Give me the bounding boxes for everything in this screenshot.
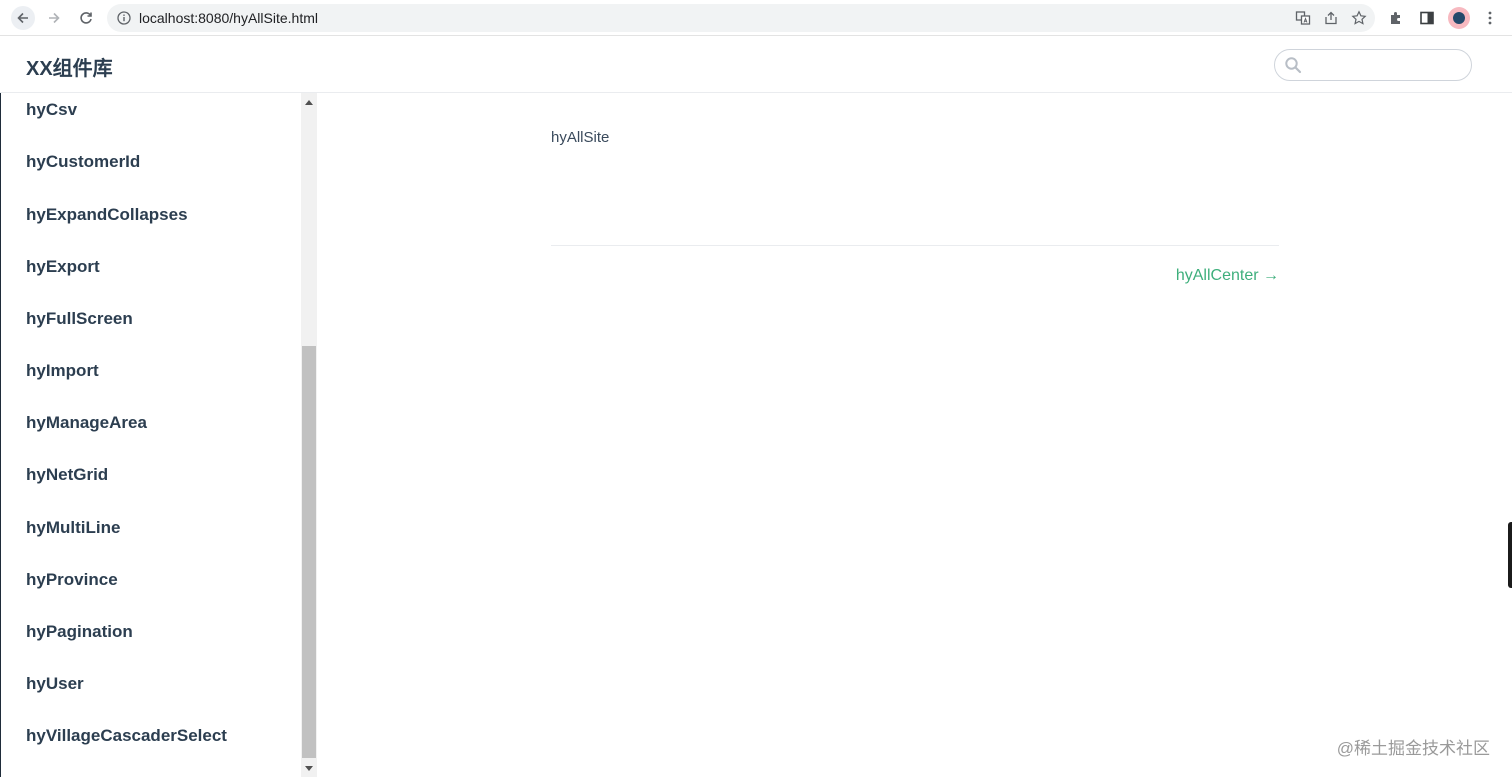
reload-icon	[80, 12, 92, 24]
address-url[interactable]: localhost:8080/hyAllSite.html	[139, 10, 318, 26]
triangle-up-icon	[305, 99, 313, 105]
browser-toolbar: localhost:8080/hyAllSite.html	[0, 0, 1512, 36]
forward-button[interactable]	[42, 6, 66, 30]
share-icon[interactable]	[1323, 10, 1339, 26]
sidebar-item-hyimport[interactable]: hyImport	[26, 361, 99, 381]
profile-button[interactable]	[1448, 0, 1470, 36]
page-nav-divider	[551, 245, 1279, 246]
back-button[interactable]	[11, 6, 35, 30]
sidebar-item-hyexpandcollapses[interactable]: hyExpandCollapses	[26, 205, 188, 225]
sidebar-item-hynetgrid[interactable]: hyNetGrid	[26, 465, 108, 485]
translate-icon[interactable]	[1295, 10, 1311, 26]
arrow-right-icon	[49, 12, 60, 24]
address-bar[interactable]: localhost:8080/hyAllSite.html	[107, 4, 1375, 32]
more-vertical-icon	[1488, 11, 1492, 25]
sidebar-item-hycsv[interactable]: hyCsv	[26, 100, 77, 120]
sidebar-item-hyvillagecascaderselect[interactable]: hyVillageCascaderSelect	[26, 726, 227, 746]
search-box[interactable]	[1274, 49, 1472, 81]
sidebar: hyCsv hyCustomerId hyExpandCollapses hyE…	[0, 93, 317, 777]
triangle-down-icon	[305, 765, 313, 771]
site-title[interactable]: XX组件库	[26, 52, 113, 81]
site-header: XX组件库	[0, 36, 1512, 93]
sidebar-item-hypagination[interactable]: hyPagination	[26, 622, 133, 642]
bookmark-star-icon[interactable]	[1351, 10, 1367, 26]
search-input[interactable]	[1308, 57, 1458, 73]
sidebar-item-hymanagearea[interactable]: hyManageArea	[26, 413, 147, 433]
search-icon	[1285, 57, 1302, 74]
next-page-link[interactable]: hyAllCenter →	[1176, 267, 1279, 285]
page-text: hyAllSite	[551, 129, 610, 146]
sidebar-item-hyuser[interactable]: hyUser	[26, 674, 84, 694]
avatar	[1448, 7, 1470, 29]
sidebar-item-hyfullscreen[interactable]: hyFullScreen	[26, 309, 133, 329]
sidebar-item-hyprovince[interactable]: hyProvince	[26, 570, 118, 590]
edge-tab[interactable]	[1508, 522, 1512, 588]
scrollbar-thumb[interactable]	[302, 346, 316, 758]
browser-menu-button[interactable]	[1482, 0, 1498, 36]
sidebar-scrollbar[interactable]	[301, 93, 317, 777]
arrow-left-icon	[17, 12, 28, 24]
side-panel-button[interactable]	[1419, 0, 1435, 36]
reload-button[interactable]	[74, 6, 98, 30]
extensions-button[interactable]	[1388, 0, 1404, 36]
sidebar-item-hycustomerid[interactable]: hyCustomerId	[26, 152, 140, 172]
puzzle-icon	[1391, 12, 1400, 24]
info-icon[interactable]	[117, 11, 131, 25]
scroll-down-arrow[interactable]	[301, 761, 317, 775]
side-panel-icon	[1420, 11, 1434, 25]
watermark: @稀土掘金技术社区	[1336, 739, 1490, 758]
scroll-up-arrow[interactable]	[301, 95, 317, 109]
sidebar-item-hymultiline[interactable]: hyMultiLine	[26, 518, 120, 538]
sidebar-item-hyexport[interactable]: hyExport	[26, 257, 100, 277]
